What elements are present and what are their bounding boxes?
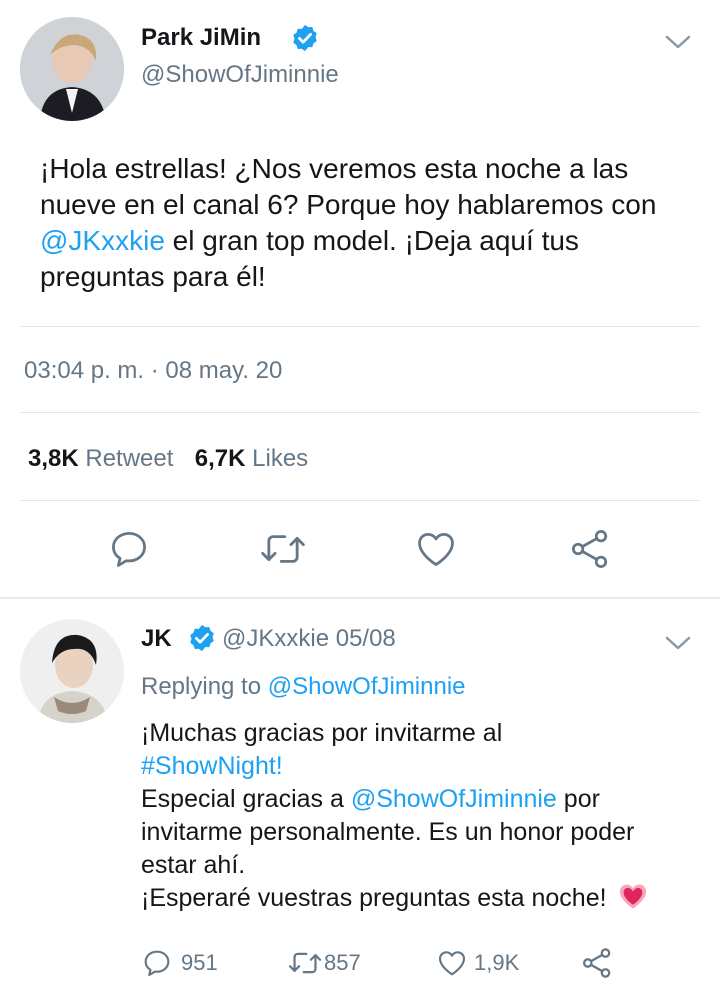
reply-line-3-suffix: por [556,785,600,813]
heart-emoji-icon [618,882,648,919]
reply-display-name[interactable]: JK [141,625,172,653]
tweet-timestamp[interactable]: 03:04 p. m. · 08 may. 20 [24,357,282,385]
divider [20,412,700,413]
retweet-count: 3,8K [28,445,79,472]
display-name[interactable]: Park JiMin [141,24,261,52]
share-icon[interactable] [567,527,613,571]
reply-text: ¡Muchas gracias por invitarme al #ShowNi… [141,717,716,919]
tweet-text: ¡Hola estrellas! ¿Nos veremos esta noche… [40,151,660,295]
avatar-jk[interactable] [20,619,124,723]
reply-line-3: Especial gracias a @ShowOfJiminnie por [141,783,716,816]
reply-line-6: ¡Esperaré vuestras preguntas esta noche! [141,882,716,919]
verified-badge-icon [187,623,217,653]
reply-action-retweets[interactable]: 857 [288,946,361,980]
verified-badge-icon [290,23,320,53]
share-icon[interactable] [580,946,614,980]
reply-count: 951 [181,950,218,975]
retweet-label: Retweet [85,445,174,472]
hashtag-link[interactable]: #ShowNight! [141,750,716,783]
section-divider [0,597,720,599]
chevron-down-icon[interactable] [664,32,692,52]
like-heart-icon[interactable] [414,527,458,571]
divider [20,326,700,327]
reply-line-4: invitarme personalmente. Es un honor pod… [141,818,635,846]
reply-action-likes[interactable]: 1,9K [436,946,519,980]
retweet-count: 857 [324,950,361,975]
likes-count: 6,7K [194,445,246,472]
reply-mention-link[interactable]: @ShowOfJiminnie [351,785,557,813]
reply-icon [141,947,173,979]
replying-to-mention[interactable]: @ShowOfJiminnie [268,673,466,700]
tweet-text-part1: ¡Hola estrellas! ¿Nos veremos esta noche… [40,153,657,220]
retweet-icon [288,947,322,979]
reply-line-3-prefix: Especial gracias a [141,785,351,813]
mention-link[interactable]: @JKxxkie [40,225,165,256]
like-count: 1,9K [474,950,520,975]
chevron-down-icon[interactable] [664,633,692,653]
avatar-park-jimin[interactable] [20,17,124,121]
user-handle[interactable]: @ShowOfJiminnie [141,61,339,89]
replying-to: Replying to @ShowOfJiminnie [141,673,466,701]
likes-label: Likes [252,445,309,472]
reply-action-replies[interactable]: 951 [141,946,218,980]
reply-icon[interactable] [107,527,151,571]
reply-line-5: estar ahí. [141,851,246,879]
replying-to-prefix: Replying to [141,673,268,700]
like-heart-icon [436,947,468,979]
reply-handle-date[interactable]: @JKxxkie 05/08 [222,625,396,653]
reply-line-1: ¡Muchas gracias por invitarme al [141,719,503,747]
likes-stat[interactable]: 6,7K Likes [195,445,308,472]
divider [20,500,700,501]
retweet-stat[interactable]: 3,8K Retweet [28,445,180,472]
engagement-stats: 3,8K Retweet 6,7K Likes [28,445,308,473]
retweet-icon[interactable] [260,527,306,571]
reply-line-6-text: ¡Esperaré vuestras preguntas esta noche! [141,884,607,912]
